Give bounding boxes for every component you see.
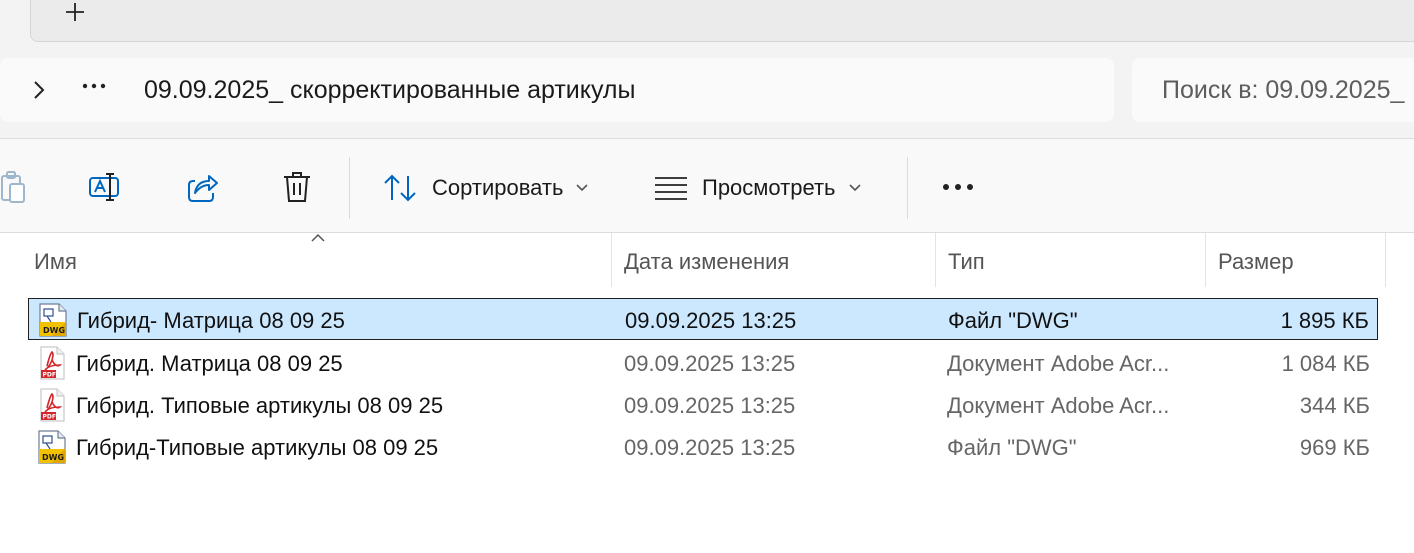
file-size: 969 КБ [1299,435,1370,460]
view-button[interactable]: Просмотреть [654,167,862,209]
command-separator [907,157,908,219]
file-name: Гибрид. Типовые артикулы 08 09 25 [76,393,444,418]
sort-ascending-icon [311,233,325,242]
tab-strip [0,0,1414,50]
command-bar: Сортировать Просмотреть [0,139,1414,233]
column-header-size[interactable]: Размер [1218,249,1294,275]
file-date: 09.09.2025 13:25 [624,435,796,460]
rename-button[interactable] [88,169,124,205]
plus-icon [66,3,84,21]
file-size: 1 895 КБ [1280,308,1369,333]
dwg-file-icon: DWG [39,303,67,337]
column-header-name[interactable]: Имя [34,249,77,275]
column-resize-handle[interactable] [935,233,936,287]
chevron-right-icon [34,81,45,99]
list-view-icon [655,177,687,200]
search-placeholder: Поиск в: 09.09.2025_ [1162,76,1405,104]
pdf-file-icon: PDF [40,388,65,422]
chevron-down-icon [848,184,861,192]
column-header-date[interactable]: Дата изменения [624,249,789,275]
file-row[interactable]: PDF Гибрид. Типовые артикулы 08 09 25 09… [28,384,1378,426]
file-name: Гибрид- Матрица 08 09 25 [77,308,345,333]
file-row[interactable]: PDF Гибрид. Матрица 08 09 25 09.09.2025 … [28,342,1378,384]
delete-button[interactable] [279,169,315,205]
breadcrumb-current-folder[interactable]: 09.09.2025_ скорректированные артикулы [144,76,635,105]
column-header-type[interactable]: Тип [948,249,985,275]
column-resize-handle[interactable] [1385,233,1386,287]
more-horizontal-icon [82,83,106,89]
address-row: 09.09.2025_ скорректированные артикулы П… [0,50,1414,138]
sort-label: Сортировать [432,175,564,200]
address-bar[interactable]: 09.09.2025_ скорректированные артикулы [0,58,1114,122]
column-resize-handle[interactable] [611,233,612,287]
trash-icon [284,172,310,202]
file-type: Файл "DWG" [948,308,1078,333]
file-type: Документ Adobe Acr... [947,351,1170,376]
paste-button[interactable] [0,169,30,205]
file-type: Документ Adobe Acr... [947,393,1170,418]
svg-text:PDF: PDF [43,414,56,421]
more-horizontal-icon [943,184,973,190]
svg-text:DWG: DWG [43,326,65,335]
file-type: Файл "DWG" [947,435,1077,460]
view-label: Просмотреть [702,175,836,200]
more-options-button[interactable] [938,169,978,205]
chevron-down-icon [576,184,589,192]
share-button[interactable] [184,169,220,205]
new-tab-button[interactable] [60,0,90,24]
sort-button[interactable]: Сортировать [382,167,589,209]
rename-icon [89,173,119,201]
svg-text:PDF: PDF [43,372,56,379]
breadcrumb-overflow-button[interactable] [80,74,112,102]
tab-bar [30,0,1414,42]
svg-text:DWG: DWG [42,453,64,462]
file-date: 09.09.2025 13:25 [624,393,796,418]
breadcrumb-expand-button[interactable] [28,78,50,102]
file-size: 344 КБ [1299,393,1370,418]
file-row[interactable]: DWG Гибрид- Матрица 08 09 25 09.09.2025 … [28,298,1378,340]
file-date: 09.09.2025 13:25 [625,308,797,333]
dwg-file-icon: DWG [38,430,66,464]
column-resize-handle[interactable] [1205,233,1206,287]
sort-icon [384,174,416,202]
file-size: 1 084 КБ [1281,351,1370,376]
file-name: Гибрид-Типовые артикулы 08 09 25 [76,435,439,460]
pdf-file-icon: PDF [40,346,65,380]
paste-icon [1,171,25,203]
search-input[interactable]: Поиск в: 09.09.2025_ [1132,58,1414,122]
file-row[interactable]: DWG Гибрид-Типовые артикулы 08 09 25 09.… [28,426,1378,468]
file-name: Гибрид. Матрица 08 09 25 [76,351,343,376]
file-date: 09.09.2025 13:25 [624,351,796,376]
share-icon [188,175,218,202]
command-separator [349,157,350,219]
column-headers: Имя Дата изменения Тип Размер [0,233,1414,293]
